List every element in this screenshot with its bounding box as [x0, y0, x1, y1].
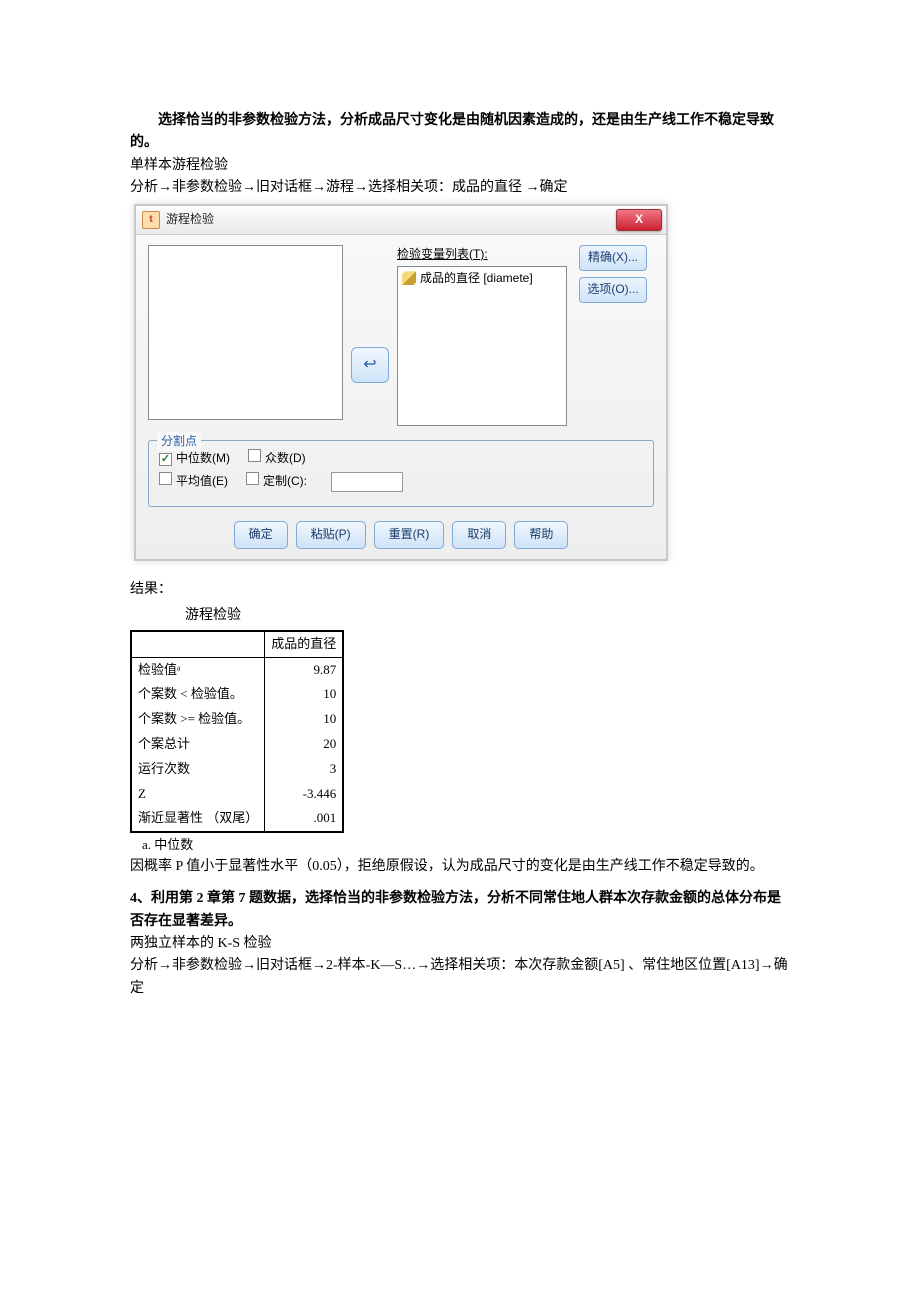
row-val: 20: [265, 732, 344, 757]
table-row: 个案总计20: [131, 732, 343, 757]
row-val: 10: [265, 682, 344, 707]
runs-test-table: 成品的直径 检验值ᵃ9.87 个案数 < 检验值。10 个案数 >= 检验值。1…: [130, 630, 344, 833]
row-key: 个案数 < 检验值。: [131, 682, 265, 707]
row-key: 检验值ᵃ: [131, 657, 265, 682]
row-val: 9.87: [265, 657, 344, 682]
mean-checkbox[interactable]: 平均值(E): [159, 472, 228, 491]
ok-button[interactable]: 确定: [234, 521, 288, 549]
table-row: Z-3.446: [131, 782, 343, 807]
table-row: 个案数 < 检验值。10: [131, 682, 343, 707]
dialog-title: 游程检验: [166, 210, 214, 229]
row-key: 个案总计: [131, 732, 265, 757]
intro-line3: 分析→非参数检验→旧对话框→游程→选择相关项：成品的直径 →确定: [130, 177, 790, 199]
table-header-empty: [131, 631, 265, 657]
mode-label: 众数(D): [265, 451, 306, 465]
custom-label: 定制(C):: [263, 474, 307, 488]
test-var-list-label: 检验变量列表(T):: [397, 245, 567, 264]
intro-line2: 单样本游程检验: [130, 155, 790, 177]
results-label: 结果：: [130, 579, 790, 601]
checkbox-icon: [159, 472, 172, 485]
list-item[interactable]: 成品的直径 [diamete]: [398, 267, 566, 290]
q4-line3: 分析→非参数检验→旧对话框→2-样本-K—S…→选择相关项：本次存款金额[A5]…: [130, 955, 790, 1000]
table-row: 渐近显著性 （双尾）.001: [131, 806, 343, 832]
intro-bold: 选择恰当的非参数检验方法，分析成品尺寸变化是由随机因素造成的，还是由生产线工作不…: [130, 110, 790, 155]
checkbox-icon: [248, 449, 261, 462]
close-button[interactable]: X: [616, 209, 662, 231]
table-header-col2: 成品的直径: [265, 631, 344, 657]
runs-test-dialog: t 游程检验 X ↩ 检验变量列表(T): 成品的直径 [diamete] 精确…: [134, 204, 668, 561]
mean-label: 平均值(E): [176, 474, 228, 488]
row-val: -3.446: [265, 782, 344, 807]
median-label: 中位数(M): [176, 451, 230, 465]
help-button[interactable]: 帮助: [514, 521, 568, 549]
list-item-label: 成品的直径 [diamete]: [420, 269, 533, 288]
row-val: .001: [265, 806, 344, 832]
reset-button[interactable]: 重置(R): [374, 521, 445, 549]
cutpoint-legend: 分割点: [157, 432, 201, 451]
table-row: 检验值ᵃ9.87: [131, 657, 343, 682]
test-var-list-label-text: 检验变量列表(T):: [397, 247, 488, 261]
pencil-icon: [402, 271, 416, 285]
table-row: 运行次数3: [131, 757, 343, 782]
mode-checkbox[interactable]: 众数(D): [248, 449, 306, 468]
row-key: Z: [131, 782, 265, 807]
cutpoint-fieldset: 分割点 中位数(M) 众数(D) 平均值(E) 定制(C):: [148, 440, 654, 507]
custom-value-input[interactable]: [331, 472, 403, 492]
results-conclusion: 因概率 P 值小于显著性水平（0.05），拒绝原假设，认为成品尺寸的变化是由生产…: [130, 856, 790, 878]
checkbox-icon: [246, 472, 259, 485]
row-key: 运行次数: [131, 757, 265, 782]
custom-checkbox[interactable]: 定制(C):: [246, 472, 307, 491]
row-key: 个案数 >= 检验值。: [131, 707, 265, 732]
test-variable-list[interactable]: 成品的直径 [diamete]: [397, 266, 567, 426]
row-key: 渐近显著性 （双尾）: [131, 806, 265, 832]
paste-button[interactable]: 粘贴(P): [296, 521, 366, 549]
median-checkbox[interactable]: 中位数(M): [159, 449, 230, 468]
q4-line2: 两独立样本的 K-S 检验: [130, 933, 790, 955]
table-row: 个案数 >= 检验值。10: [131, 707, 343, 732]
q4-title: 4、利用第 2 章第 7 题数据，选择恰当的非参数检验方法，分析不同常住地人群本…: [130, 888, 790, 933]
options-button[interactable]: 选项(O)...: [579, 277, 647, 303]
dialog-body: ↩ 检验变量列表(T): 成品的直径 [diamete] 精确(X)... 选项…: [136, 235, 666, 559]
table-footnote: a. 中位数: [142, 835, 790, 856]
cancel-button[interactable]: 取消: [452, 521, 506, 549]
row-val: 10: [265, 707, 344, 732]
app-icon: t: [142, 211, 160, 229]
exact-button[interactable]: 精确(X)...: [579, 245, 647, 271]
source-variable-list[interactable]: [148, 245, 343, 420]
checkbox-icon: [159, 453, 172, 466]
table-title: 游程检验: [130, 605, 296, 627]
dialog-titlebar: t 游程检验 X: [136, 206, 666, 235]
row-val: 3: [265, 757, 344, 782]
move-variable-button[interactable]: ↩: [351, 347, 389, 383]
